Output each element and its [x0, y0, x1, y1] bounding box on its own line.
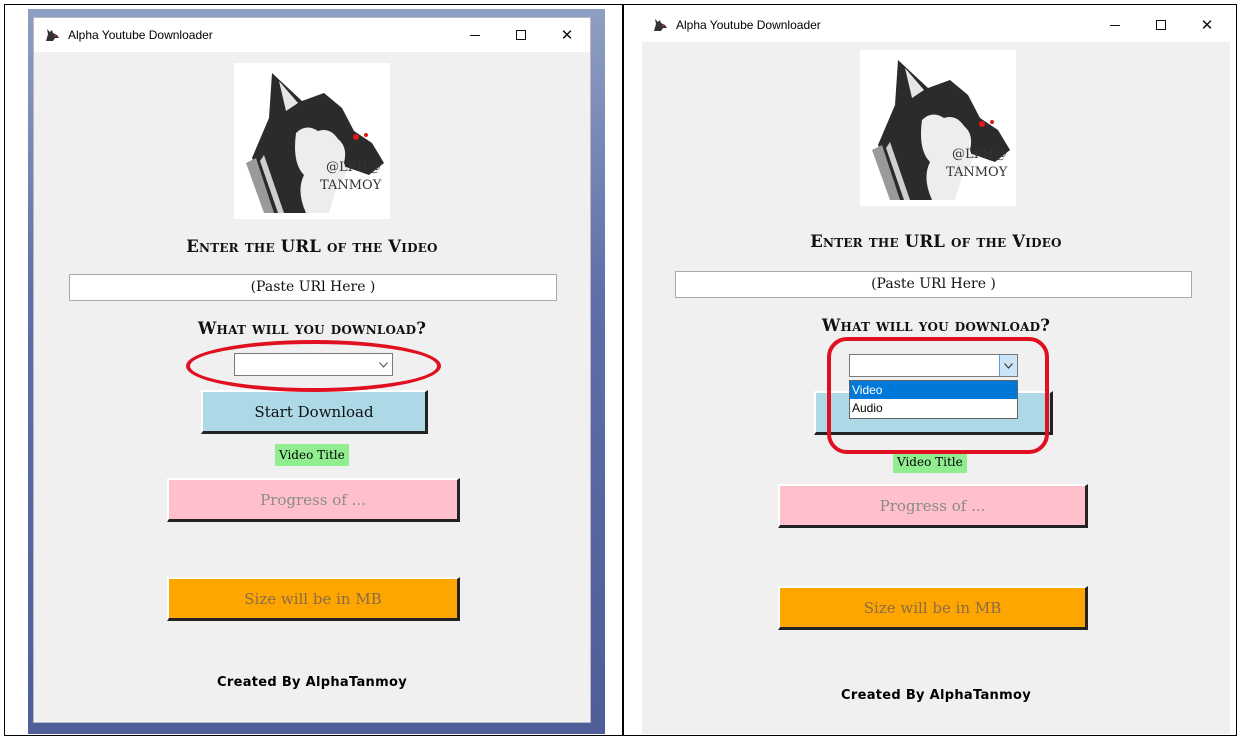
close-icon[interactable]: ✕	[544, 18, 590, 52]
logo-text-line1: @LPH@	[326, 160, 381, 175]
url-input-text: (Paste URl Here )	[250, 279, 376, 295]
minimize-icon[interactable]	[1092, 8, 1138, 42]
size-button[interactable]: Size will be in MB	[778, 586, 1088, 630]
wolf-app-icon	[654, 19, 667, 31]
dropdown-option-video[interactable]: Video	[850, 381, 1017, 399]
window-title: Alpha Youtube Downloader	[676, 18, 821, 32]
wolf-logo: @LPH@ TANMOY	[234, 63, 390, 219]
window-title: Alpha Youtube Downloader	[68, 28, 213, 42]
logo-text-line1: @LPH@	[952, 147, 1007, 162]
download-type-heading: What will you download?	[821, 316, 1051, 335]
wolf-logo-icon: @LPH@ TANMOY	[872, 60, 1010, 200]
download-type-combobox[interactable]	[849, 354, 1018, 377]
video-title-label: Video Title	[275, 444, 349, 466]
video-title-label: Video Title	[893, 451, 967, 473]
start-download-button[interactable]: Start Download	[201, 390, 428, 434]
progress-button[interactable]: Progress of ...	[778, 484, 1088, 528]
maximize-icon[interactable]	[1138, 8, 1184, 42]
url-input[interactable]: (Paste URl Here )	[675, 271, 1192, 298]
download-type-heading: What will you download?	[197, 319, 427, 338]
app-window-right: Alpha Youtube Downloader ✕ @LPH@ TANMOY …	[642, 8, 1230, 734]
credits-text: Created By AlphaTanmoy	[217, 675, 407, 690]
title-bar[interactable]: Alpha Youtube Downloader ✕	[642, 8, 1230, 42]
credits-text: Created By AlphaTanmoy	[841, 688, 1031, 703]
title-bar[interactable]: Alpha Youtube Downloader ✕	[34, 18, 590, 52]
dropdown-option-audio[interactable]: Audio	[850, 399, 1017, 417]
url-heading: Enter the URL of the Video	[186, 237, 438, 256]
logo-text-line2: TANMOY	[946, 165, 1008, 180]
chevron-down-icon[interactable]	[374, 354, 392, 375]
url-input[interactable]: (Paste URl Here )	[69, 274, 557, 301]
close-icon[interactable]: ✕	[1184, 8, 1230, 42]
download-type-combobox[interactable]	[234, 353, 393, 376]
wolf-logo: @LPH@ TANMOY	[860, 50, 1016, 206]
minimize-icon[interactable]	[452, 18, 498, 52]
chevron-down-icon[interactable]	[999, 355, 1017, 376]
wolf-app-icon	[46, 29, 59, 41]
app-window-left: Alpha Youtube Downloader ✕ @LPH@ TANMOY …	[33, 17, 591, 723]
progress-button[interactable]: Progress of ...	[167, 478, 460, 522]
size-button[interactable]: Size will be in MB	[167, 577, 460, 621]
url-input-text: (Paste URl Here )	[871, 276, 996, 292]
maximize-icon[interactable]	[498, 18, 544, 52]
download-type-dropdown-list[interactable]: Video Audio	[849, 380, 1018, 419]
logo-text-line2: TANMOY	[320, 178, 382, 193]
wolf-logo-icon: @LPH@ TANMOY	[246, 73, 384, 213]
url-heading: Enter the URL of the Video	[810, 232, 1062, 251]
